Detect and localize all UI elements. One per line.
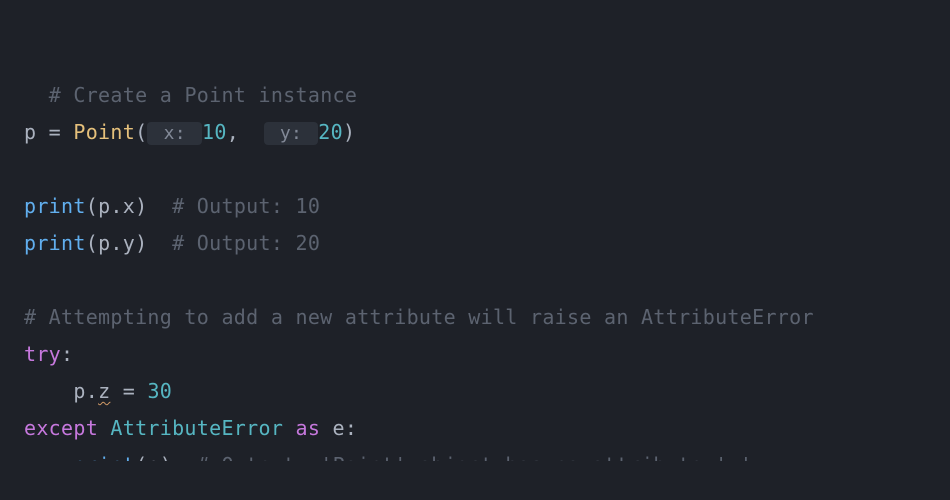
assign-op: = <box>110 379 147 403</box>
attribute-error-cls: AttributeError <box>110 416 283 440</box>
space <box>98 416 110 440</box>
blank-line[interactable] <box>24 262 950 299</box>
colon: : <box>61 342 73 366</box>
close-paren: ) <box>160 453 172 461</box>
arg-e: e <box>147 453 159 461</box>
comment-out10: # Output: 10 <box>172 194 320 218</box>
number-30: 30 <box>147 379 172 403</box>
close-paren: ) <box>343 120 355 144</box>
open-paren: ( <box>86 194 98 218</box>
comment-output-attr: # Output: 'Point' object has no attribut… <box>197 453 752 461</box>
open-paren: ( <box>135 120 147 144</box>
close-paren: ) <box>135 194 147 218</box>
expr-py: p.y <box>98 231 135 255</box>
comment-text: # Create a Point instance <box>49 83 358 107</box>
code-line-11[interactable]: print(e) # Output: 'Point' object has no… <box>24 447 950 461</box>
code-line-4[interactable]: print(p.x) # Output: 10 <box>24 188 950 225</box>
obj-p: p. <box>73 379 98 403</box>
print-fn: print <box>24 194 86 218</box>
variable-p: p <box>24 120 36 144</box>
param-hint-y: y: <box>264 122 319 145</box>
open-paren: ( <box>135 453 147 461</box>
colon: : <box>345 416 357 440</box>
gap <box>147 231 172 255</box>
blank-line[interactable] <box>24 151 950 188</box>
code-line-10[interactable]: except AttributeError as e: <box>24 410 950 447</box>
gap <box>172 453 197 461</box>
code-line-1[interactable]: # Create a Point instance <box>24 40 950 114</box>
try-keyword: try <box>24 342 61 366</box>
number-10: 10 <box>202 120 227 144</box>
attr-z-warning: z <box>98 379 110 403</box>
open-paren: ( <box>86 231 98 255</box>
comment-attrerror: # Attempting to add a new attribute will… <box>24 305 814 329</box>
assign-op: = <box>36 120 73 144</box>
code-line-2[interactable]: p = Point( x: 10, y: 20) <box>24 114 950 151</box>
expr-px: p.x <box>98 194 135 218</box>
comment-out20: # Output: 20 <box>172 231 320 255</box>
comma: , <box>227 120 264 144</box>
as-keyword: as <box>296 416 321 440</box>
close-paren: ) <box>135 231 147 255</box>
print-fn: print <box>73 453 135 461</box>
except-keyword: except <box>24 416 98 440</box>
code-line-8[interactable]: try: <box>24 336 950 373</box>
indent <box>24 379 73 403</box>
var-e: e <box>333 416 345 440</box>
param-hint-x: x: <box>147 122 202 145</box>
number-20: 20 <box>318 120 343 144</box>
print-fn: print <box>24 231 86 255</box>
space <box>283 416 295 440</box>
code-line-7[interactable]: # Attempting to add a new attribute will… <box>24 299 950 336</box>
gap <box>147 194 172 218</box>
space <box>320 416 332 440</box>
code-line-5[interactable]: print(p.y) # Output: 20 <box>24 225 950 262</box>
class-point: Point <box>73 120 135 144</box>
indent <box>24 453 73 461</box>
code-line-9[interactable]: p.z = 30 <box>24 373 950 410</box>
